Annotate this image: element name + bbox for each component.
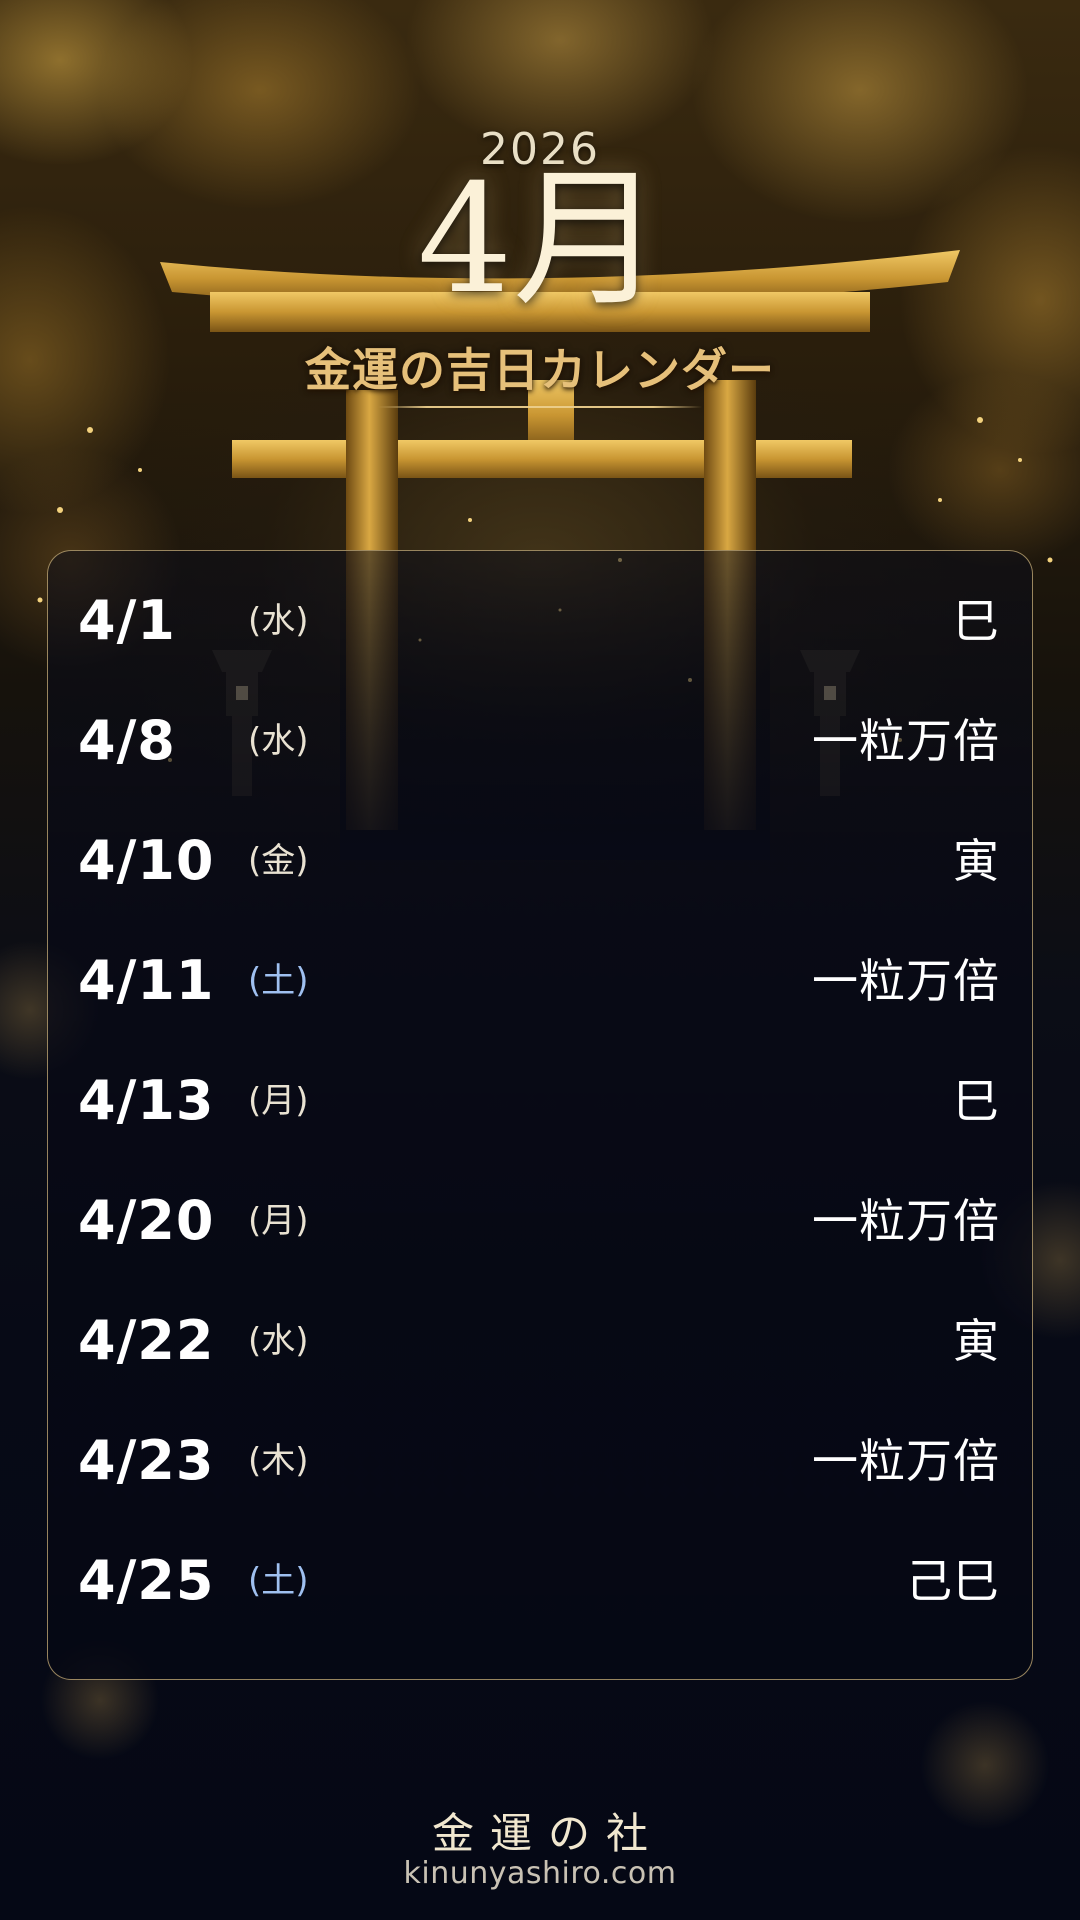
row-date: 4/23: [78, 1429, 215, 1492]
row-fortune-label: 巳: [953, 1074, 1000, 1128]
lucky-days-panel: 4/1 (水) 巳 4/8 (水) 一粒万倍 4/10 (金) 寅 4/11 (…: [47, 550, 1033, 1680]
row-date: 4/22: [78, 1309, 215, 1372]
calendar-row: 4/22 (水) 寅: [48, 1291, 1032, 1391]
month-title: 4月: [417, 153, 663, 327]
row-fortune-label: 一粒万倍: [812, 1194, 1000, 1248]
row-weekday: (土): [248, 961, 309, 1001]
row-weekday: (月): [248, 1081, 309, 1121]
site-url: kinunyashiro.com: [403, 1856, 677, 1891]
row-date: 4/10: [78, 829, 215, 892]
row-date: 4/8: [78, 709, 176, 772]
row-fortune-label: 寅: [953, 1314, 1000, 1368]
row-weekday: (水): [248, 721, 309, 761]
row-fortune-label: 寅: [953, 834, 1000, 888]
brand-name: 金運の社: [431, 1809, 664, 1858]
calendar-row: 4/13 (月) 巳: [48, 1051, 1032, 1151]
row-date: 4/11: [78, 949, 215, 1012]
calendar-row: 4/11 (土) 一粒万倍: [48, 931, 1032, 1031]
calendar-row: 4/20 (月) 一粒万倍: [48, 1171, 1032, 1271]
row-fortune-label: 己巳: [906, 1554, 1000, 1608]
row-fortune-label: 巳: [953, 594, 1000, 648]
row-date: 4/13: [78, 1069, 215, 1132]
row-date: 4/25: [78, 1549, 215, 1612]
calendar-row: 4/23 (木) 一粒万倍: [48, 1411, 1032, 1511]
title-divider: [378, 406, 702, 408]
calendar-row: 4/10 (金) 寅: [48, 811, 1032, 911]
row-weekday: (月): [248, 1201, 309, 1241]
row-weekday: (土): [248, 1561, 309, 1601]
row-weekday: (金): [248, 841, 309, 881]
row-fortune-label: 一粒万倍: [812, 714, 1000, 768]
row-date: 4/20: [78, 1189, 215, 1252]
calendar-subtitle: 金運の吉日カレンダー: [305, 343, 775, 397]
calendar-row: 4/1 (水) 巳: [48, 571, 1032, 671]
row-fortune-label: 一粒万倍: [812, 1434, 1000, 1488]
calendar-row: 4/8 (水) 一粒万倍: [48, 691, 1032, 791]
wallpaper-screen: 2026 4月 金運の吉日カレンダー 4/1 (水) 巳 4/8 (水) 一粒万…: [0, 0, 1080, 1920]
row-weekday: (水): [248, 1321, 309, 1361]
row-weekday: (水): [248, 601, 309, 641]
row-fortune-label: 一粒万倍: [812, 954, 1000, 1008]
row-weekday: (木): [248, 1441, 309, 1481]
row-date: 4/1: [78, 589, 176, 652]
calendar-row: 4/25 (土) 己巳: [48, 1531, 1032, 1631]
